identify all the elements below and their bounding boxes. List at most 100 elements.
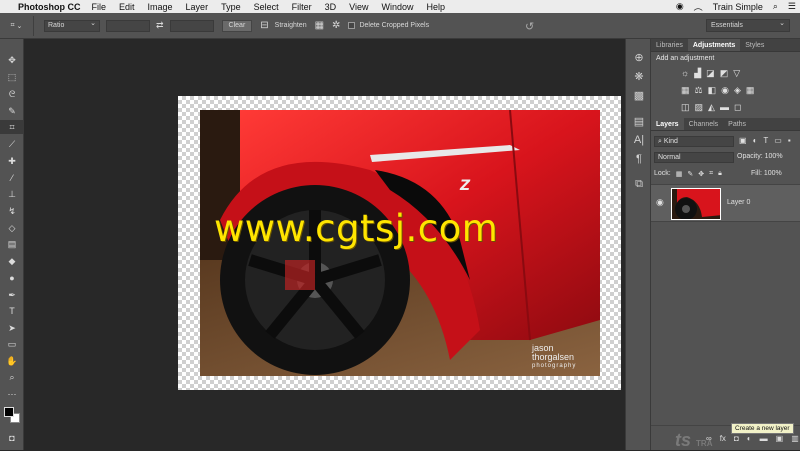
search-icon[interactable]: ⌕	[773, 1, 778, 12]
reset-icon[interactable]: ↺	[525, 20, 534, 33]
hue-saturation-icon[interactable]: ▦	[681, 85, 690, 96]
invert-icon[interactable]: ◫	[681, 102, 690, 113]
adjustment-filter-icon[interactable]: ◐	[753, 136, 758, 145]
layer-thumbnail[interactable]	[671, 188, 721, 220]
lock-artboard-icon[interactable]: ⌗	[709, 170, 713, 178]
menu-window[interactable]: Window	[381, 2, 413, 12]
clear-button[interactable]: Clear	[221, 19, 253, 32]
actions-icon[interactable]: ❋	[626, 70, 652, 83]
black-white-icon[interactable]: ◧	[708, 85, 717, 96]
foreground-color-swatch[interactable]	[4, 407, 14, 417]
eraser-tool-icon[interactable]: ◇	[0, 221, 24, 235]
lock-all-icon[interactable]: 🔒︎	[718, 170, 722, 178]
tab-layers[interactable]: Layers	[651, 118, 684, 130]
healing-tool-icon[interactable]: ✚	[0, 154, 24, 168]
delete-cropped-checkbox[interactable]: Delete Cropped Pixels	[348, 22, 429, 29]
wifi-icon[interactable]: ︵	[694, 0, 703, 13]
gear-icon[interactable]: ✲	[332, 20, 340, 31]
straighten-button[interactable]: Straighten	[275, 22, 307, 29]
menu-layer[interactable]: Layer	[186, 2, 209, 12]
shape-tool-icon[interactable]: ▭	[0, 337, 24, 351]
gradient-tool-icon[interactable]: ▤	[0, 237, 24, 251]
layer-name[interactable]: Layer 0	[727, 199, 750, 206]
photo-filter-icon[interactable]: ◉	[721, 85, 729, 96]
opacity-control[interactable]: Opacity: 100%	[737, 153, 783, 160]
trash-icon[interactable]: ▥	[791, 434, 799, 443]
menu-select[interactable]: Select	[254, 2, 279, 12]
eyedropper-tool-icon[interactable]: ⟋	[0, 137, 24, 151]
properties-icon[interactable]: ▩	[626, 89, 652, 102]
channel-mixer-icon[interactable]: ◈	[734, 85, 741, 96]
blend-mode-select[interactable]: Normal	[654, 152, 734, 163]
list-icon[interactable]: ☰	[788, 1, 796, 12]
fx-icon[interactable]: fx	[720, 434, 726, 443]
workspace-select[interactable]: Essentials	[706, 18, 790, 32]
overlay-grid-icon[interactable]: ▦	[315, 20, 324, 31]
move-tool-icon[interactable]: ✥	[0, 53, 24, 67]
posterize-icon[interactable]: ▨	[695, 102, 704, 113]
layer-filter-select[interactable]: ⌕ Kind	[654, 136, 734, 147]
swap-icon[interactable]: ⇄	[156, 20, 164, 31]
brightness-icon[interactable]: ☼	[681, 68, 689, 79]
menu-help[interactable]: Help	[426, 2, 445, 12]
tab-channels[interactable]: Channels	[684, 118, 724, 130]
color-balance-icon[interactable]: ⚖	[695, 85, 703, 96]
tab-libraries[interactable]: Libraries	[651, 39, 688, 51]
layer-row[interactable]: ◉ Layer 0	[651, 184, 800, 222]
menu-filter[interactable]: Filter	[292, 2, 312, 12]
mask-icon[interactable]: ◘	[734, 434, 739, 443]
history-brush-tool-icon[interactable]: ↯	[0, 204, 24, 218]
gradient-map-icon[interactable]: ▬	[720, 102, 729, 113]
menu-edit[interactable]: Edit	[119, 2, 135, 12]
fill-value[interactable]: 100%	[764, 170, 782, 177]
type-filter-icon[interactable]: T	[763, 136, 768, 145]
lock-move-icon[interactable]: ✥	[698, 170, 704, 178]
user-menu[interactable]: Train Simple	[713, 2, 763, 12]
eye-icon[interactable]: ◉	[656, 197, 664, 208]
straighten-icon[interactable]: ⊟	[260, 20, 268, 31]
character-icon[interactable]: A|	[626, 134, 652, 146]
tab-adjustments[interactable]: Adjustments	[687, 39, 741, 51]
tab-styles[interactable]: Styles	[740, 39, 769, 51]
clone-source-icon[interactable]: ⧉	[626, 178, 652, 191]
vibrance-icon[interactable]: ▽	[733, 68, 740, 79]
tab-paths[interactable]: Paths	[723, 118, 751, 130]
quick-select-tool-icon[interactable]: ✎	[0, 104, 24, 118]
more-tools-icon[interactable]: ⋯	[0, 387, 24, 401]
pixel-filter-icon[interactable]: ▣	[739, 136, 747, 145]
zoom-tool-icon[interactable]: ⌕	[0, 370, 24, 384]
opacity-value[interactable]: 100%	[765, 153, 783, 160]
history-icon[interactable]: ⊕	[626, 51, 652, 64]
lasso-tool-icon[interactable]: ᘓ	[0, 87, 24, 101]
menu-3d[interactable]: 3D	[325, 2, 337, 12]
link-icon[interactable]: ∞	[706, 434, 712, 443]
adjustment-layer-icon[interactable]: ◐	[747, 434, 752, 443]
menu-type[interactable]: Type	[221, 2, 241, 12]
stamp-tool-icon[interactable]: ⊥	[0, 187, 24, 201]
paragraph-icon[interactable]: ¶	[626, 153, 652, 165]
curves-icon[interactable]: ◪	[706, 68, 715, 79]
pen-tool-icon[interactable]: ✒	[0, 288, 24, 302]
brush-tool-icon[interactable]: ⁄	[0, 171, 24, 185]
blur-tool-icon[interactable]: ◆	[0, 254, 24, 268]
color-lookup-icon[interactable]: ▦	[746, 85, 755, 96]
path-select-tool-icon[interactable]: ➤	[0, 321, 24, 335]
checkbox-box[interactable]	[348, 22, 356, 29]
type-tool-icon[interactable]: T	[0, 304, 24, 318]
exposure-icon[interactable]: ◩	[720, 68, 729, 79]
height-field[interactable]	[169, 19, 214, 32]
width-field[interactable]	[106, 19, 150, 32]
info-icon[interactable]: ▤	[626, 115, 652, 128]
group-folder-icon[interactable]: ▬	[760, 434, 768, 443]
tool-preset-picker[interactable]: ⌗ ⌄	[0, 15, 34, 36]
smart-filter-icon[interactable]: ▪	[788, 136, 791, 145]
record-icon[interactable]: ◉	[676, 1, 684, 12]
dodge-tool-icon[interactable]: ●	[0, 271, 24, 285]
menu-view[interactable]: View	[349, 2, 368, 12]
lock-paint-icon[interactable]: ✎	[687, 170, 693, 178]
levels-icon[interactable]: ▟	[694, 68, 701, 79]
quick-mask-icon[interactable]: ◘	[0, 431, 24, 445]
marquee-tool-icon[interactable]: ⬚	[0, 70, 24, 84]
threshold-icon[interactable]: ◭	[708, 102, 715, 113]
hand-tool-icon[interactable]: ✋	[0, 354, 24, 368]
